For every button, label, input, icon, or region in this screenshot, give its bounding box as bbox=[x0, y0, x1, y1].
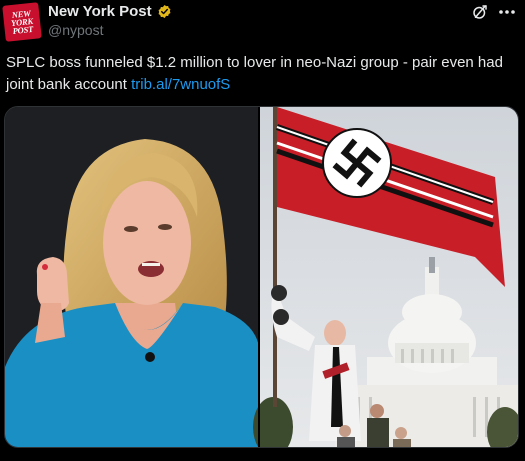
media-container[interactable] bbox=[4, 106, 519, 448]
grok-icon[interactable] bbox=[471, 3, 489, 21]
avatar-text-3: POST bbox=[12, 23, 34, 36]
name-row: New York Post bbox=[48, 3, 172, 20]
media-images bbox=[5, 107, 518, 447]
avatar[interactable]: NEW YORK POST bbox=[2, 2, 42, 42]
post-body: SPLC boss funneled $1.2 million to lover… bbox=[6, 54, 503, 93]
tweet[interactable]: NEW YORK POST New York Post @nypost SPLC… bbox=[0, 0, 525, 461]
post-text: SPLC boss funneled $1.2 million to lover… bbox=[6, 52, 516, 96]
flag-at-capitol-photo bbox=[253, 107, 518, 447]
verified-badge-icon bbox=[158, 4, 171, 19]
user-handle[interactable]: @nypost bbox=[48, 22, 103, 38]
more-icon[interactable] bbox=[497, 3, 517, 21]
woman-speaking-photo bbox=[5, 107, 259, 447]
display-name[interactable]: New York Post bbox=[48, 3, 152, 20]
post-link[interactable]: trib.al/7wnuofS bbox=[131, 76, 230, 93]
